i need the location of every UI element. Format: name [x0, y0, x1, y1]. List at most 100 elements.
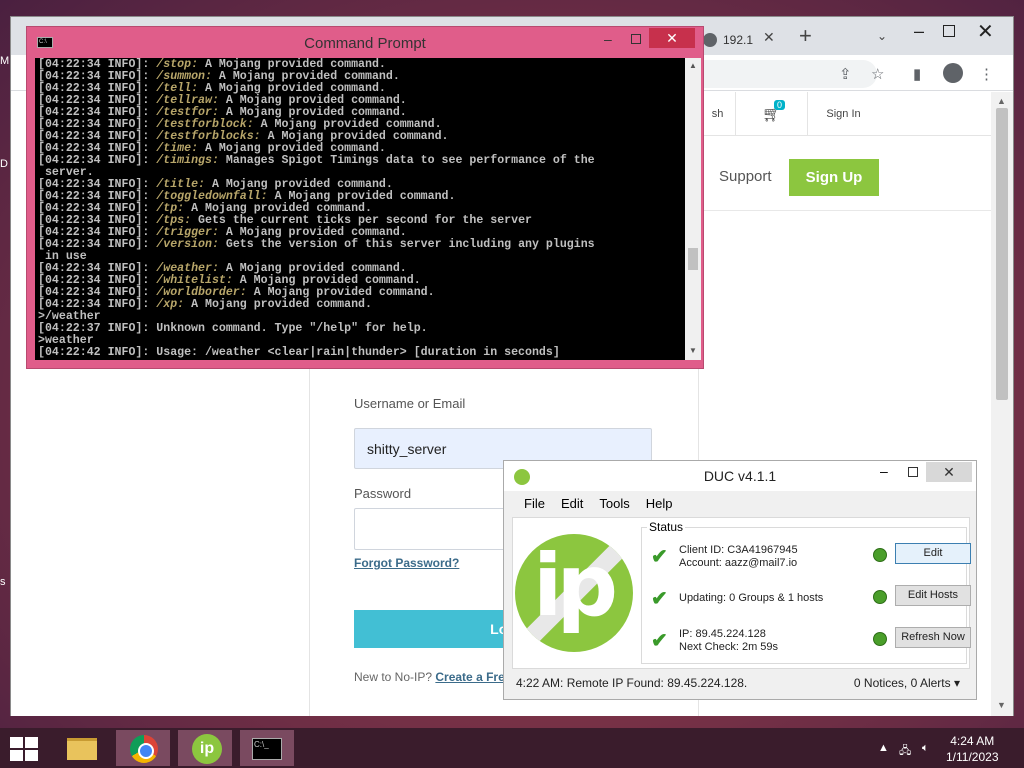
scroll-up-icon[interactable]: ▲ — [997, 96, 1006, 106]
command-prompt-window: C:\ Command Prompt – ✕ [04:22:34 INFO]: … — [26, 26, 704, 369]
status-ok-icon — [873, 548, 887, 562]
show-hidden-icons-icon[interactable]: ▲ — [878, 742, 889, 754]
clock-time: 4:24 AM — [950, 734, 995, 748]
desktop-icon-label-fragment: D — [0, 158, 8, 170]
tab-close-icon[interactable]: ✕ — [763, 29, 775, 46]
status-row-updating: ✔ Updating: 0 Groups & 1 hosts Edit Host… — [649, 582, 971, 616]
client-id-text: Client ID: C3A41967945 — [679, 544, 798, 556]
status-ok-icon — [873, 590, 887, 604]
command-name: /timings: — [156, 154, 219, 167]
divider — [699, 210, 991, 211]
menu-edit[interactable]: Edit — [553, 493, 591, 515]
folder-icon — [67, 738, 97, 760]
page-scrollbar[interactable]: ▲ ▼ — [991, 92, 1013, 716]
checkmark-icon: ✔ — [651, 588, 668, 610]
close-icon[interactable]: ✕ — [926, 462, 972, 482]
ip-text: IP: 89.45.224.128 — [679, 628, 766, 640]
status-row-ip: ✔ IP: 89.45.224.128 Next Check: 2m 59s R… — [649, 624, 971, 658]
taskbar-duc[interactable]: ip — [178, 730, 232, 766]
notices-dropdown[interactable]: 0 Notices, 0 Alerts ▾ — [854, 676, 960, 690]
nav-support-link[interactable]: Support — [719, 168, 772, 185]
edit-hosts-button[interactable]: Edit Hosts — [895, 585, 971, 606]
minimize-icon[interactable]: – — [604, 31, 612, 47]
status-row-client: ✔ Client ID: C3A41967945 Account: aazz@m… — [649, 540, 971, 574]
cmd-title: Command Prompt — [304, 35, 426, 52]
taskbar-chrome[interactable] — [116, 730, 170, 766]
system-clock[interactable]: 4:24 AM 1/11/2023 — [946, 733, 999, 765]
sign-in-link[interactable]: Sign In — [807, 92, 879, 136]
profile-avatar-icon[interactable] — [943, 63, 963, 83]
noip-logo-icon: ip — [515, 534, 633, 652]
console-line: [04:22:34 INFO]: /xp: A Mojang provided … — [38, 298, 372, 311]
desktop-icon-label-fragment: M — [0, 55, 10, 67]
console-line: [04:22:34 INFO]: /version: Gets the vers… — [38, 238, 595, 251]
signup-prompt: New to No-IP? Create a Free — [354, 670, 512, 684]
windows-logo-icon — [10, 737, 23, 748]
console-line: [04:22:37 INFO]: Unknown command. Type "… — [38, 322, 428, 335]
sign-up-button[interactable]: Sign Up — [789, 159, 879, 196]
refresh-now-button[interactable]: Refresh Now — [895, 627, 971, 648]
volume-icon[interactable]: 🔈︎ — [922, 742, 929, 755]
tab-title: 192.1 — [723, 33, 754, 47]
password-label: Password — [354, 486, 412, 501]
console-line: [04:22:42 INFO]: Usage: /weather <clear|… — [38, 346, 560, 359]
maximize-icon[interactable] — [908, 467, 918, 477]
updating-text: Updating: 0 Groups & 1 hosts — [679, 592, 824, 604]
create-account-link[interactable]: Create a Free — [435, 670, 511, 684]
start-button[interactable] — [10, 737, 38, 761]
duc-statusbar: 4:22 AM: Remote IP Found: 89.45.224.128.… — [512, 673, 970, 693]
duc-title-bar[interactable]: DUC v4.1.1 – ✕ — [504, 461, 976, 491]
scrollbar-thumb[interactable] — [996, 108, 1008, 400]
maximize-icon[interactable] — [631, 34, 641, 44]
console-scrollbar[interactable]: ▲ ▼ — [685, 58, 701, 360]
status-message: 4:22 AM: Remote IP Found: 89.45.224.128. — [516, 676, 748, 690]
edit-button[interactable]: Edit — [895, 543, 971, 564]
menu-kebab-icon[interactable]: ⋮ — [979, 65, 994, 83]
taskbar: ip C:\_ ▲ 🖧︎ 🔈︎ 4:24 AM 1/11/2023 — [0, 728, 1024, 768]
username-label: Username or Email — [354, 396, 466, 411]
menu-file[interactable]: File — [516, 493, 553, 515]
noip-duc-icon: ip — [192, 734, 222, 764]
command-name: /version: — [156, 238, 219, 251]
console-output[interactable]: [04:22:34 INFO]: /stop: A Mojang provide… — [35, 58, 685, 360]
scroll-down-icon[interactable]: ▼ — [689, 346, 697, 355]
cmd-icon: C:\_ — [252, 738, 282, 760]
taskbar-cmd[interactable]: C:\_ — [240, 730, 294, 766]
minimize-icon[interactable]: – — [880, 463, 888, 479]
scroll-down-icon[interactable]: ▼ — [997, 700, 1006, 710]
network-icon[interactable]: 🖧︎ — [899, 742, 911, 761]
status-ok-icon — [873, 632, 887, 646]
close-window-icon[interactable]: ✕ — [977, 19, 994, 44]
close-icon[interactable]: ✕ — [649, 28, 695, 48]
scrollbar-thumb[interactable] — [688, 248, 698, 270]
bookmark-star-icon[interactable]: ☆ — [871, 65, 884, 83]
tab-search-chevron-icon[interactable]: ⌄ — [877, 29, 887, 43]
command-name: /xp: — [156, 298, 185, 311]
forgot-password-link[interactable]: Forgot Password? — [354, 556, 459, 570]
menu-help[interactable]: Help — [638, 493, 681, 515]
menu-tools[interactable]: Tools — [591, 493, 637, 515]
checkmark-icon: ✔ — [651, 546, 668, 568]
desktop-icon-label-fragment: s — [0, 576, 6, 588]
globe-icon — [703, 33, 717, 47]
account-text: Account: aazz@mail7.io — [679, 557, 798, 569]
cart-button[interactable]: 🛒︎ 0 — [735, 92, 807, 136]
share-icon[interactable]: ⇪ — [839, 65, 852, 83]
next-check-text: Next Check: 2m 59s — [679, 641, 779, 653]
maximize-icon[interactable] — [943, 25, 955, 37]
new-tab-icon[interactable]: + — [799, 23, 812, 49]
duc-title: DUC v4.1.1 — [703, 468, 777, 484]
dropdown-arrow-icon: ▾ — [953, 676, 960, 690]
minimize-icon[interactable]: – — [914, 21, 924, 42]
side-panel-icon[interactable]: ▮ — [913, 65, 921, 83]
scroll-up-icon[interactable]: ▲ — [689, 61, 697, 70]
chrome-icon — [130, 735, 158, 763]
taskbar-file-explorer[interactable] — [54, 730, 108, 766]
console-line: [04:22:34 INFO]: /timings: Manages Spigo… — [38, 154, 595, 167]
cart-count-badge: 0 — [774, 100, 786, 110]
cmd-title-bar[interactable]: C:\ Command Prompt – ✕ — [27, 27, 703, 57]
header-search-link[interactable]: sh — [699, 92, 735, 136]
duc-main-panel: ip Status ✔ Client ID: C3A41967945 Accou… — [512, 517, 971, 669]
status-legend: Status — [647, 520, 686, 534]
duc-window: DUC v4.1.1 – ✕ File Edit Tools Help ip S… — [503, 460, 977, 700]
